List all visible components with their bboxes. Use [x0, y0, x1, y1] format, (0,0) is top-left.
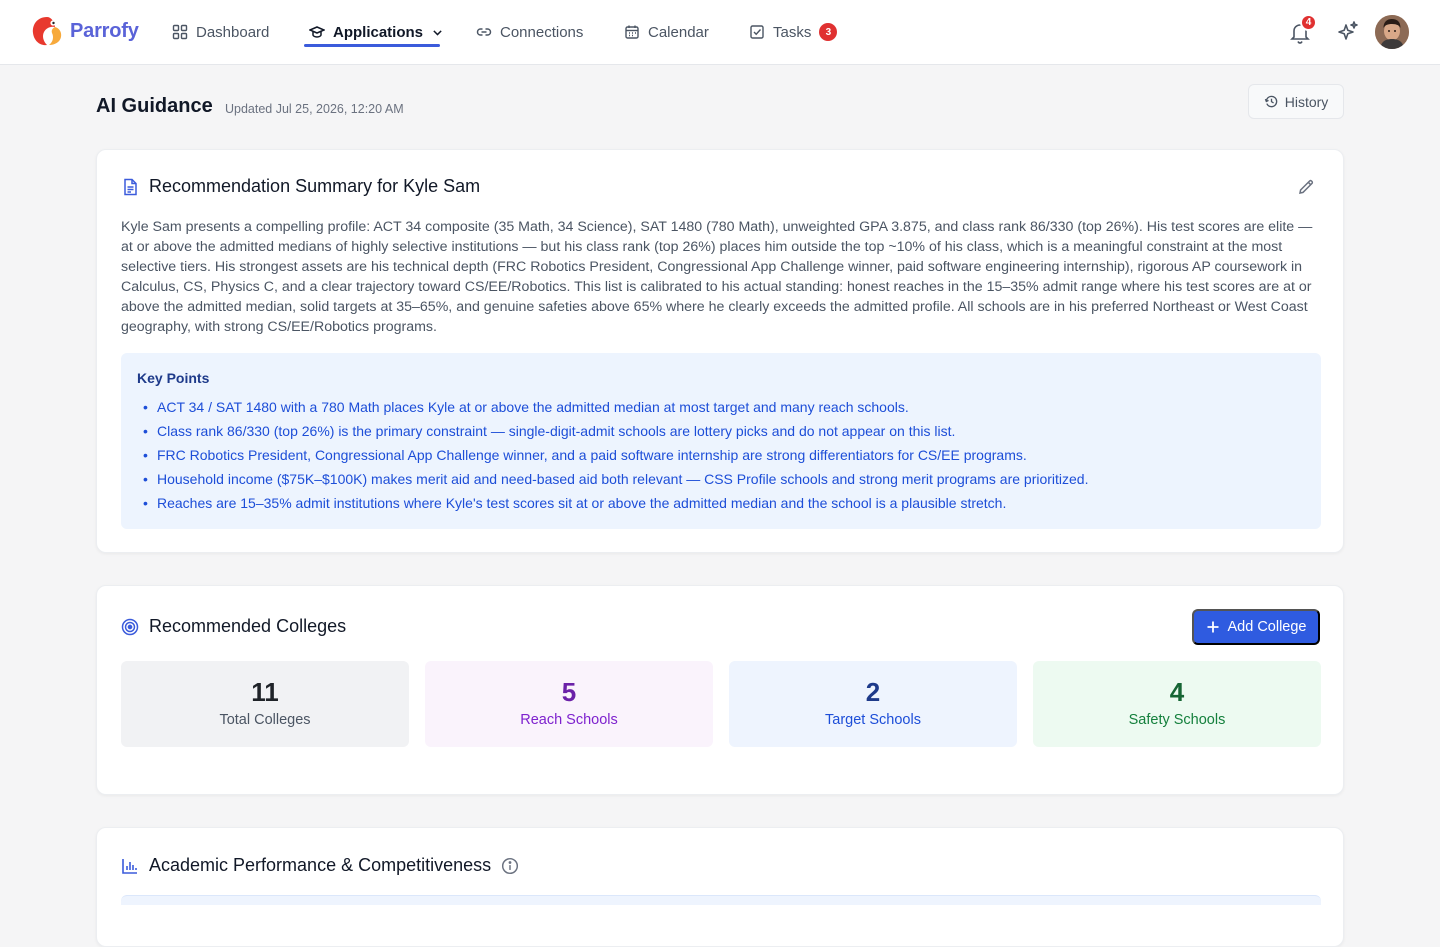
nav-calendar-label: Calendar — [648, 23, 709, 41]
grid-icon — [172, 24, 188, 40]
stat-label: Target Schools — [825, 712, 921, 728]
history-button-label: History — [1284, 93, 1329, 110]
key-point: Class rank 86/330 (top 26%) is the prima… — [137, 419, 1305, 443]
nav-tasks-label: Tasks — [773, 23, 812, 41]
nav-applications-label: Applications — [333, 23, 424, 41]
parrot-logo-icon — [32, 17, 62, 46]
document-icon — [124, 178, 137, 195]
stat-label: Reach Schools — [520, 712, 618, 728]
avatar-image — [1375, 15, 1409, 49]
top-navigation: Parrofy Dashboard Applications Connectio… — [0, 0, 1440, 65]
target-icon — [121, 618, 139, 635]
notification-badge: 4 — [1300, 14, 1317, 31]
summary-heading: Recommendation Summary for Kyle Sam — [121, 176, 480, 197]
key-point: ACT 34 / SAT 1480 with a 780 Math places… — [137, 395, 1305, 419]
page-title: AI Guidance — [96, 95, 213, 117]
stat-value: 4 — [1169, 677, 1185, 707]
academic-performance-card: Academic Performance & Competitiveness — [96, 827, 1344, 947]
chevron-down-icon — [433, 29, 442, 36]
nav-applications[interactable]: Applications — [309, 0, 444, 64]
user-avatar[interactable] — [1375, 15, 1409, 49]
nav-tasks[interactable]: Tasks 3 — [749, 0, 838, 64]
academic-content-panel — [121, 895, 1321, 905]
summary-title: Recommendation Summary for Kyle Sam — [149, 176, 481, 196]
checkbox-icon — [750, 25, 764, 39]
history-button[interactable]: History — [1248, 84, 1344, 119]
history-icon — [1264, 95, 1278, 108]
stat-label: Safety Schools — [1128, 712, 1226, 728]
stat-value: 2 — [865, 677, 881, 707]
plus-icon — [1207, 621, 1218, 633]
recommended-colleges-card: Recommended Colleges Add College 11 Tota… — [96, 585, 1344, 795]
link-icon — [476, 28, 492, 36]
tasks-count-badge: 3 — [819, 23, 838, 41]
sparkle-icon[interactable] — [1334, 18, 1362, 46]
add-college-button[interactable]: Add College — [1192, 609, 1320, 645]
nav-connections-label: Connections — [500, 23, 584, 41]
stat-label: Total Colleges — [219, 712, 311, 728]
key-point: Household income ($75K–$100K) makes meri… — [137, 467, 1305, 491]
colleges-heading: Recommended Colleges — [121, 616, 346, 637]
calendar-icon — [625, 25, 639, 39]
active-tab-indicator — [304, 44, 440, 47]
pencil-icon[interactable] — [1297, 178, 1315, 196]
key-points-list: ACT 34 / SAT 1480 with a 780 Math places… — [137, 395, 1305, 515]
bar-chart-icon — [122, 858, 137, 874]
colleges-title: Recommended Colleges — [149, 616, 347, 636]
key-points-title: Key Points — [137, 370, 210, 386]
summary-body: Kyle Sam presents a compelling profile: … — [121, 219, 1313, 335]
nav-dashboard-label: Dashboard — [196, 23, 270, 41]
info-icon[interactable] — [501, 857, 519, 875]
last-updated-timestamp: Updated Jul 25, 2026, 12:20 AM — [225, 102, 404, 116]
nav-dashboard[interactable]: Dashboard — [172, 0, 269, 64]
key-point: FRC Robotics President, Congressional Ap… — [137, 443, 1305, 467]
recommendation-summary-card: Recommendation Summary for Kyle Sam Kyle… — [96, 149, 1344, 553]
stat-total-colleges[interactable]: 11 Total Colleges — [121, 661, 409, 747]
academic-heading: Academic Performance & Competitiveness — [121, 855, 519, 876]
nav-connections[interactable]: Connections — [476, 0, 583, 64]
nav-calendar[interactable]: Calendar — [624, 0, 709, 64]
stat-reach-schools[interactable]: 5 Reach Schools — [425, 661, 713, 747]
academic-title: Academic Performance & Competitiveness — [149, 855, 492, 875]
brand-logo[interactable]: Parrofy — [30, 14, 139, 48]
key-point: Reaches are 15–35% admit institutions wh… — [137, 491, 1305, 515]
stat-safety-schools[interactable]: 4 Safety Schools — [1033, 661, 1321, 747]
brand-name: Parrofy — [70, 19, 139, 42]
stat-value: 11 — [251, 677, 279, 707]
key-points-box: Key Points ACT 34 / SAT 1480 with a 780 … — [121, 353, 1321, 529]
stat-value: 5 — [561, 677, 577, 707]
graduation-cap-icon — [309, 26, 325, 38]
stat-target-schools[interactable]: 2 Target Schools — [729, 661, 1017, 747]
add-college-label: Add College — [1227, 619, 1307, 635]
